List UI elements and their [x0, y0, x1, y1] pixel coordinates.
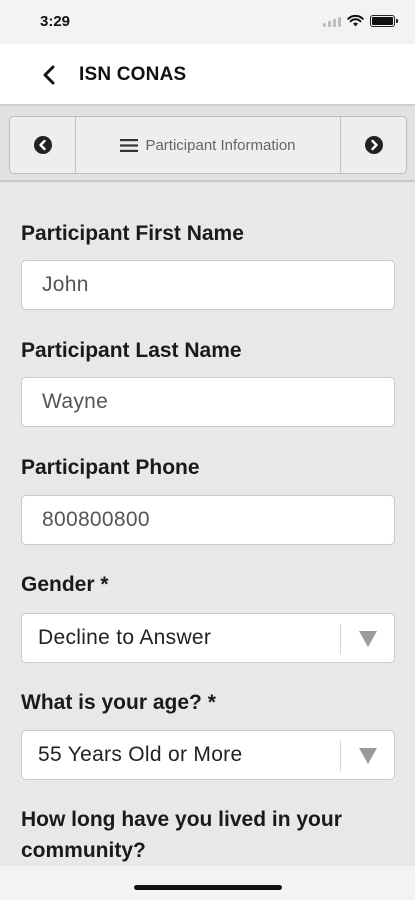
cellular-signal-icon	[323, 16, 341, 27]
section-title: Participant Information	[145, 136, 296, 154]
phone-label: Participant Phone	[21, 456, 200, 479]
last-name-label: Participant Last Name	[21, 339, 242, 362]
status-time: 3:29	[40, 13, 71, 30]
gender-selected-value: Decline to Answer	[38, 626, 212, 649]
hamburger-icon	[120, 138, 139, 152]
chevron-left-icon	[43, 65, 55, 85]
previous-section-button[interactable]	[10, 117, 76, 173]
status-icons	[323, 15, 398, 27]
phone-field[interactable]: 800800800	[21, 495, 395, 545]
last-name-field[interactable]: Wayne	[21, 377, 395, 427]
section-navigator-control: Participant Information	[9, 116, 407, 174]
age-label: What is your age? *	[21, 691, 216, 714]
gender-select[interactable]: Decline to Answer	[21, 613, 395, 663]
dropdown-toggle[interactable]	[340, 741, 394, 771]
section-navigator: Participant Information	[0, 106, 415, 182]
battery-icon	[370, 15, 398, 27]
home-indicator[interactable]	[134, 885, 282, 890]
first-name-label: Participant First Name	[21, 222, 244, 245]
wifi-icon	[347, 15, 364, 27]
back-button[interactable]	[36, 62, 62, 88]
next-section-button[interactable]	[340, 117, 406, 173]
section-menu-button[interactable]: Participant Information	[76, 117, 340, 173]
community-duration-label: How long have you lived in your communit…	[21, 808, 342, 862]
circle-chevron-left-icon	[33, 136, 52, 154]
gender-label: Gender *	[21, 573, 109, 596]
triangle-down-icon	[358, 631, 377, 647]
age-selected-value: 55 Years Old or More	[38, 743, 243, 766]
page-title: ISN CONAS	[79, 64, 187, 85]
circle-chevron-right-icon	[364, 136, 383, 154]
home-indicator-area	[0, 866, 415, 900]
navigation-bar: ISN CONAS	[0, 44, 415, 106]
dropdown-toggle[interactable]	[340, 624, 394, 654]
first-name-field[interactable]: John	[21, 260, 395, 310]
participant-form: Participant First Name John Participant …	[0, 184, 415, 866]
age-select[interactable]: 55 Years Old or More	[21, 730, 395, 780]
status-bar: 3:29	[0, 0, 415, 44]
triangle-down-icon	[358, 748, 377, 764]
